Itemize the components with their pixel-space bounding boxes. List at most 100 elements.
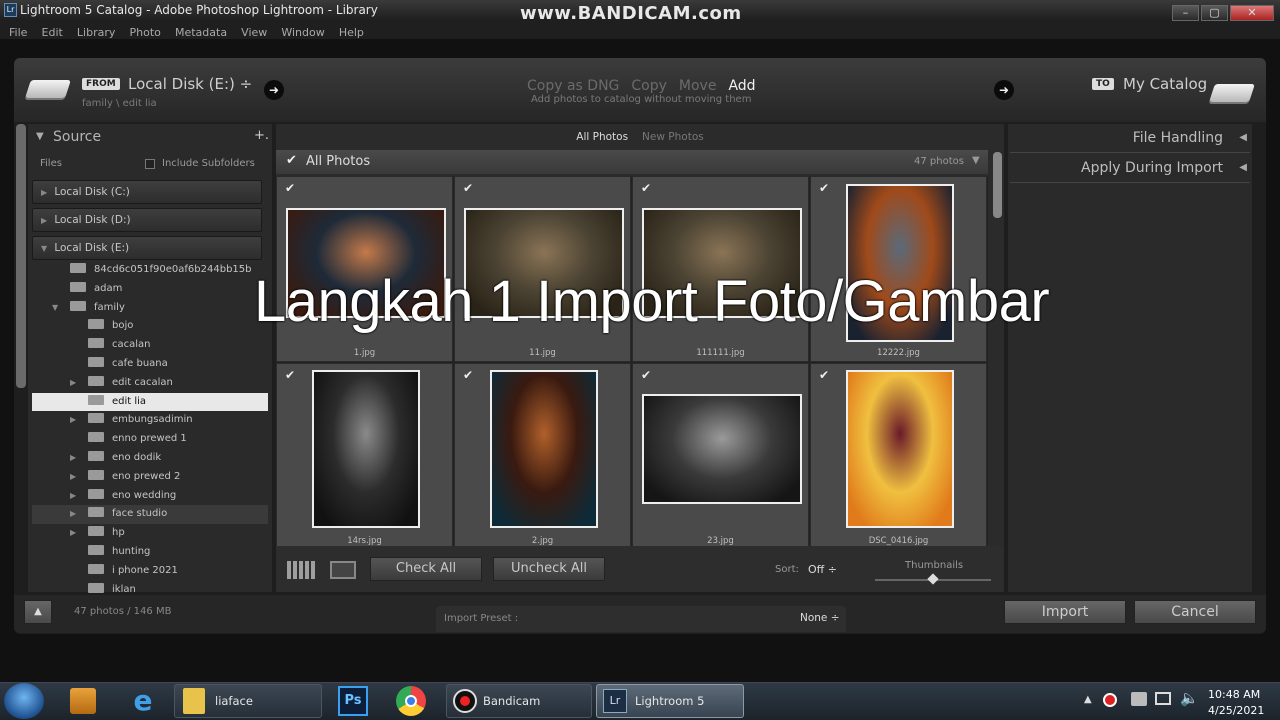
loupe-view-icon[interactable] [330, 561, 356, 579]
mode-add[interactable]: Add [728, 78, 755, 94]
action-center-icon[interactable] [1131, 692, 1147, 706]
import-preset-select[interactable]: None ÷ [800, 612, 840, 624]
menu-view[interactable]: View [241, 24, 267, 42]
folder-row[interactable]: 84cd6c051f90e0af6b244bb15b [32, 261, 268, 280]
tab-new-photos[interactable]: New Photos [642, 131, 704, 143]
maximize-button[interactable]: ▢ [1201, 5, 1228, 21]
photoshop-icon[interactable]: Ps [338, 686, 368, 716]
file-handling-title[interactable]: File Handling [1133, 130, 1223, 146]
folder-row[interactable]: bojo [32, 317, 268, 336]
expand-up-icon[interactable]: ▲ [24, 600, 52, 624]
folder-row[interactable]: ▶ eno prewed 2 [32, 468, 268, 487]
menu-photo[interactable]: Photo [129, 24, 160, 42]
expand-triangle-icon[interactable]: ▶ [70, 374, 80, 393]
collapse-triangle-icon[interactable]: ▼ [36, 131, 44, 142]
folder-row[interactable]: adam [32, 280, 268, 299]
apply-during-import-title[interactable]: Apply During Import [1081, 160, 1223, 176]
mode-copy-as-dng[interactable]: Copy as DNG [527, 78, 619, 94]
taskbar-item-lightroom[interactable]: LrLightroom 5 Catal... [596, 684, 744, 718]
dropdown-triangle-icon[interactable]: ▼ [972, 155, 980, 166]
include-subfolders-checkbox[interactable] [145, 159, 155, 169]
folder-row[interactable]: ▶ eno dodik [32, 449, 268, 468]
clock-date[interactable]: 4/25/2021 [1208, 704, 1264, 717]
chrome-icon[interactable] [396, 686, 426, 716]
recording-tray-icon[interactable] [1103, 693, 1117, 707]
menu-window[interactable]: Window [281, 24, 324, 42]
clock-time[interactable]: 10:48 AM [1208, 688, 1260, 701]
folder-row[interactable]: i phone 2021 [32, 562, 268, 581]
photo-checkbox[interactable]: ✔ [641, 368, 651, 382]
photo-checkbox[interactable]: ✔ [463, 181, 473, 195]
sort-select[interactable]: Off ÷ [808, 563, 837, 576]
folder-row[interactable]: ▶ eno wedding [32, 487, 268, 506]
menu-file[interactable]: File [9, 24, 27, 42]
expand-triangle-icon[interactable]: ▼ [52, 299, 62, 318]
grid-view-icon[interactable] [287, 561, 315, 579]
start-button-icon[interactable] [4, 683, 44, 719]
close-button[interactable]: ✕ [1230, 5, 1274, 21]
from-source-select[interactable]: Local Disk (E:) ÷ [128, 75, 252, 93]
disk-row-e[interactable]: ▼ Local Disk (E:) [32, 236, 262, 260]
add-source-icon[interactable]: +. [254, 128, 269, 143]
photo-checkbox[interactable]: ✔ [819, 181, 829, 195]
folder-row[interactable]: cacalan [32, 336, 268, 355]
photo-thumbnail[interactable] [311, 370, 420, 528]
folder-row[interactable]: ▶ edit cacalan [32, 374, 268, 393]
menu-metadata[interactable]: Metadata [175, 24, 227, 42]
menu-help[interactable]: Help [339, 24, 364, 42]
photo-thumbnail[interactable] [641, 394, 802, 504]
photo-cell[interactable]: ✔ 2.jpg [454, 363, 631, 546]
menu-edit[interactable]: Edit [42, 24, 63, 42]
import-button[interactable]: Import [1004, 600, 1126, 624]
tray-expand-icon[interactable]: ▲ [1084, 694, 1092, 705]
photo-thumbnail[interactable] [489, 370, 598, 528]
arrow-right-icon[interactable]: ➜ [994, 80, 1014, 100]
media-player-icon[interactable] [70, 688, 96, 714]
photo-cell[interactable]: ✔ 23.jpg [632, 363, 809, 546]
collapse-triangle-icon[interactable]: ◀ [1239, 162, 1247, 173]
folder-row[interactable]: ▶ hp [32, 524, 268, 543]
folder-row[interactable]: hunting [32, 543, 268, 562]
photo-cell[interactable]: ✔ 14rs.jpg [276, 363, 453, 546]
mode-copy[interactable]: Copy [631, 78, 667, 94]
folder-row[interactable]: ▶ embungsadimin [32, 411, 268, 430]
expand-triangle-icon[interactable]: ▶ [70, 487, 80, 506]
expand-triangle-icon[interactable]: ▶ [70, 411, 80, 430]
photo-thumbnail[interactable] [845, 370, 954, 528]
tab-all-photos[interactable]: All Photos [576, 131, 628, 143]
minimize-button[interactable]: – [1172, 5, 1199, 21]
disk-row-d[interactable]: ▶ Local Disk (D:) [32, 208, 262, 232]
expand-triangle-icon[interactable]: ▶ [70, 505, 80, 524]
cancel-button[interactable]: Cancel [1134, 600, 1256, 624]
folder-row[interactable]: ▼ family [32, 299, 268, 318]
uncheck-all-button[interactable]: Uncheck All [493, 557, 605, 581]
photo-checkbox[interactable]: ✔ [285, 181, 295, 195]
disk-row-c[interactable]: ▶ Local Disk (C:) [32, 180, 262, 204]
expand-triangle-icon[interactable]: ▶ [70, 468, 80, 487]
collapse-triangle-icon[interactable]: ◀ [1239, 132, 1247, 143]
check-all-button[interactable]: Check All [370, 557, 482, 581]
internet-explorer-icon[interactable]: e [128, 686, 158, 716]
menu-library[interactable]: Library [77, 24, 115, 42]
taskbar-item-bandicam[interactable]: Bandicam (Unregi... [446, 684, 592, 718]
grid-scroll-thumb[interactable] [993, 152, 1002, 218]
photo-checkbox[interactable]: ✔ [641, 181, 651, 195]
folder-row[interactable]: cafe buana [32, 355, 268, 374]
to-destination[interactable]: My Catalog [1123, 75, 1207, 93]
photo-checkbox[interactable]: ✔ [819, 368, 829, 382]
photo-checkbox[interactable]: ✔ [463, 368, 473, 382]
folder-row[interactable]: edit lia [32, 392, 268, 412]
arrow-right-icon[interactable]: ➜ [264, 80, 284, 100]
photo-cell[interactable]: ✔ DSC_0416.jpg [810, 363, 987, 546]
mode-move[interactable]: Move [679, 78, 717, 94]
left-panel-scrollbar[interactable] [16, 124, 26, 388]
photo-checkbox[interactable]: ✔ [285, 368, 295, 382]
folder-row[interactable]: enno prewed 1 [32, 430, 268, 449]
folder-row[interactable]: ▶ face studio [32, 505, 268, 525]
taskbar-item-liaface[interactable]: liaface [174, 684, 322, 718]
expand-triangle-icon[interactable]: ▶ [70, 524, 80, 543]
check-all-icon[interactable]: ✔ [286, 153, 297, 168]
volume-icon[interactable]: 🔈 [1180, 689, 1199, 707]
network-icon[interactable] [1155, 692, 1171, 705]
expand-triangle-icon[interactable]: ▶ [70, 449, 80, 468]
